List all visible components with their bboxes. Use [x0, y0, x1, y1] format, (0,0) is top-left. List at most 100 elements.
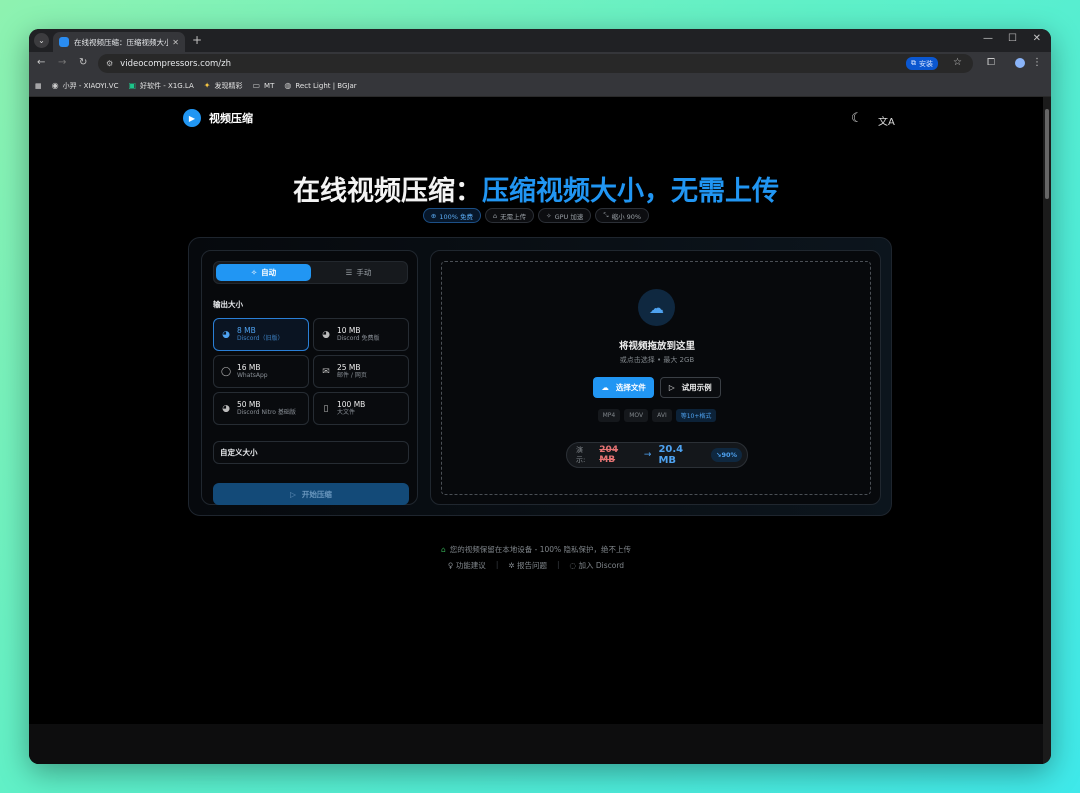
browser-toolbar: ← → ↻ ⚙ videocompressors.com/zh ⧉ 安装 ☆ ⧠…: [29, 52, 1051, 75]
install-button[interactable]: ⧉ 安装: [906, 57, 938, 70]
file-icon: ▯: [323, 403, 329, 414]
scroll-thumb[interactable]: [1045, 109, 1049, 199]
play-icon: ▷: [290, 489, 296, 499]
badge-shrink: ⤡ 缩小 90%: [595, 208, 650, 223]
arrow-right-icon: →: [643, 450, 652, 460]
maximize-icon[interactable]: ☐: [1008, 33, 1017, 44]
drop-title: 将视频拖放到这里: [618, 341, 695, 352]
bug-icon: ✲: [508, 561, 518, 570]
back-icon[interactable]: ←: [37, 57, 45, 68]
bookmark-star-icon[interactable]: ☆: [953, 57, 962, 68]
size-value: 16 MB: [237, 363, 261, 372]
size-desc: 大文件: [337, 409, 356, 416]
privacy-text: 您的视频保留在本地设备 - 100% 隐私保护，绝不上传: [449, 545, 632, 554]
tab-favicon-icon: [59, 37, 69, 47]
bookmark-item[interactable]: ▭ MT: [252, 81, 274, 90]
custom-size-button[interactable]: 自定义大小: [213, 441, 409, 464]
badge-icon: ⊕: [430, 211, 437, 220]
extensions-icon[interactable]: ⧠: [987, 57, 995, 68]
bookmark-item[interactable]: ▣ 好软件 - X1G.LA: [128, 81, 193, 91]
size-option-50mb[interactable]: ◕ 50 MB Discord Nitro 基础版: [213, 392, 309, 425]
reload-icon[interactable]: ↻: [79, 57, 87, 68]
bookmark-item[interactable]: ◉ 小羿 - XIAOYI.VC: [52, 81, 119, 91]
size-option-100mb[interactable]: ▯ 100 MB 大文件: [313, 392, 409, 425]
mode-auto-button[interactable]: ✧ 自动: [216, 264, 311, 281]
tab-close-icon[interactable]: ✕: [172, 38, 179, 47]
whatsapp-icon: ◯: [221, 366, 232, 377]
address-bar[interactable]: ⚙ videocompressors.com/zh ⧉ 安装 ☆: [98, 54, 973, 73]
app-icon: ▣: [128, 81, 137, 90]
size-desc: Discord 免费版: [337, 335, 380, 342]
bookmark-item[interactable]: ◍ Rect Light | BGJar: [284, 81, 356, 90]
format-tag: MOV: [624, 409, 649, 422]
tab-search-icon[interactable]: ⌄: [34, 33, 49, 48]
folder-icon: ▭: [252, 81, 261, 90]
forward-icon[interactable]: →: [58, 57, 66, 68]
minimize-icon[interactable]: —: [983, 33, 993, 44]
badge-icon: ⤡: [603, 211, 609, 219]
badge-no-upload: ⌂ 无需上传: [485, 208, 535, 223]
try-sample-button[interactable]: ▷ 试用示例: [659, 377, 721, 398]
brand[interactable]: ▶ 视频压缩: [183, 109, 253, 127]
site-info-icon[interactable]: ⚙: [106, 59, 113, 68]
feature-badges: ⊕ 100% 免费 ⌂ 无需上传 ✧ GPU 加速 ⤡ 缩小 90%: [29, 208, 1043, 223]
size-option-8mb[interactable]: ◕ 8 MB Discord（旧版）: [213, 318, 309, 351]
active-tab[interactable]: 在线视频压缩：压缩视频大小、 ✕: [53, 32, 185, 52]
brand-name: 视频压缩: [209, 112, 253, 125]
supported-formats: MP4 MOV AVI 等10+格式: [442, 409, 872, 422]
lock-icon: ⌂: [440, 545, 446, 554]
page-content: ▶ 视频压缩 ☾ 文A 在线视频压缩：压缩视频大小，无需上传 ⊕ 100% 免费 …: [29, 97, 1043, 764]
moon-icon[interactable]: ☾: [851, 111, 863, 126]
size-desc: WhatsApp: [237, 372, 268, 379]
size-value: 8 MB: [237, 326, 256, 335]
close-window-icon[interactable]: ✕: [1033, 33, 1041, 44]
demo-stat: 演示: 204 MB → 20.4 MB ↘ 90%: [566, 442, 748, 468]
divider: |: [495, 560, 499, 569]
translate-icon[interactable]: 文A: [878, 113, 895, 128]
drop-subtitle: 或点击选择 • 最大 2GB: [619, 356, 695, 364]
bookmark-label: 小羿 - XIAOYI.VC: [62, 81, 119, 90]
badge-free: ⊕ 100% 免费: [422, 208, 481, 223]
new-tab-icon[interactable]: +: [192, 33, 202, 47]
format-tag: AVI: [652, 409, 672, 422]
apps-grid-icon[interactable]: ▦: [35, 82, 42, 90]
feature-request-link[interactable]: ♀ 功能建议: [448, 560, 486, 571]
github-icon: ◉: [51, 81, 59, 90]
compressor-card: ✧ 自动 ☰ 手动 输出大小 ◕ 8 MB Discord（旧版） ◕ 10 MB…: [188, 237, 892, 516]
bookmark-label: 发现精彩: [214, 81, 243, 90]
choose-file-button[interactable]: ☁ 选择文件: [593, 377, 654, 398]
size-option-16mb[interactable]: ◯ 16 MB WhatsApp: [213, 355, 309, 388]
mode-manual-button[interactable]: ☰ 手动: [311, 264, 406, 281]
size-option-10mb[interactable]: ◕ 10 MB Discord 免费版: [313, 318, 409, 351]
start-compress-button[interactable]: ▷ 开始压缩: [213, 483, 409, 505]
discord-icon: ◕: [222, 329, 230, 340]
report-issue-link[interactable]: ✲ 报告问题: [508, 560, 547, 571]
link-label: 报告问题: [517, 561, 548, 570]
video-dropzone[interactable]: ☁ 将视频拖放到这里 或点击选择 • 最大 2GB ☁ 选择文件 ▷ 试用示例: [441, 261, 871, 495]
badge-gpu: ✧ GPU 加速: [538, 208, 592, 223]
lightbulb-icon: ♀: [447, 561, 456, 570]
page-bottom-area: [29, 724, 1043, 764]
globe-icon: ◍: [284, 81, 292, 90]
size-desc: Discord（旧版）: [237, 335, 284, 342]
install-icon: ⧉: [911, 59, 916, 67]
settings-panel: ✧ 自动 ☰ 手动 输出大小 ◕ 8 MB Discord（旧版） ◕ 10 MB…: [201, 250, 418, 505]
format-tag: MP4: [597, 409, 621, 422]
profile-avatar[interactable]: [1013, 56, 1027, 70]
badge-icon: ✧: [546, 211, 552, 220]
size-option-25mb[interactable]: ✉ 25 MB 邮件 / 网页: [313, 355, 409, 388]
badge-label: 无需上传: [500, 212, 527, 221]
demo-after: 20.4 MB: [658, 444, 684, 466]
badge-label: GPU 加速: [554, 212, 584, 221]
demo-label: 演示:: [576, 446, 586, 464]
start-compress-label: 开始压缩: [301, 489, 332, 499]
menu-icon[interactable]: ⋮: [1032, 57, 1042, 68]
upload-panel: ☁ 将视频拖放到这里 或点击选择 • 最大 2GB ☁ 选择文件 ▷ 试用示例: [430, 250, 881, 505]
bookmark-item[interactable]: ✦ 发现精彩: [204, 81, 243, 91]
upload-icon: ☁: [601, 383, 609, 392]
privacy-note: ⌂ 您的视频保留在本地设备 - 100% 隐私保护，绝不上传: [29, 544, 1043, 555]
scrollbar[interactable]: [1043, 97, 1051, 764]
join-discord-link[interactable]: ◌ 加入 Discord: [570, 560, 625, 571]
lock-icon: ⌂: [493, 211, 498, 220]
discord-icon: ◕: [322, 329, 330, 340]
